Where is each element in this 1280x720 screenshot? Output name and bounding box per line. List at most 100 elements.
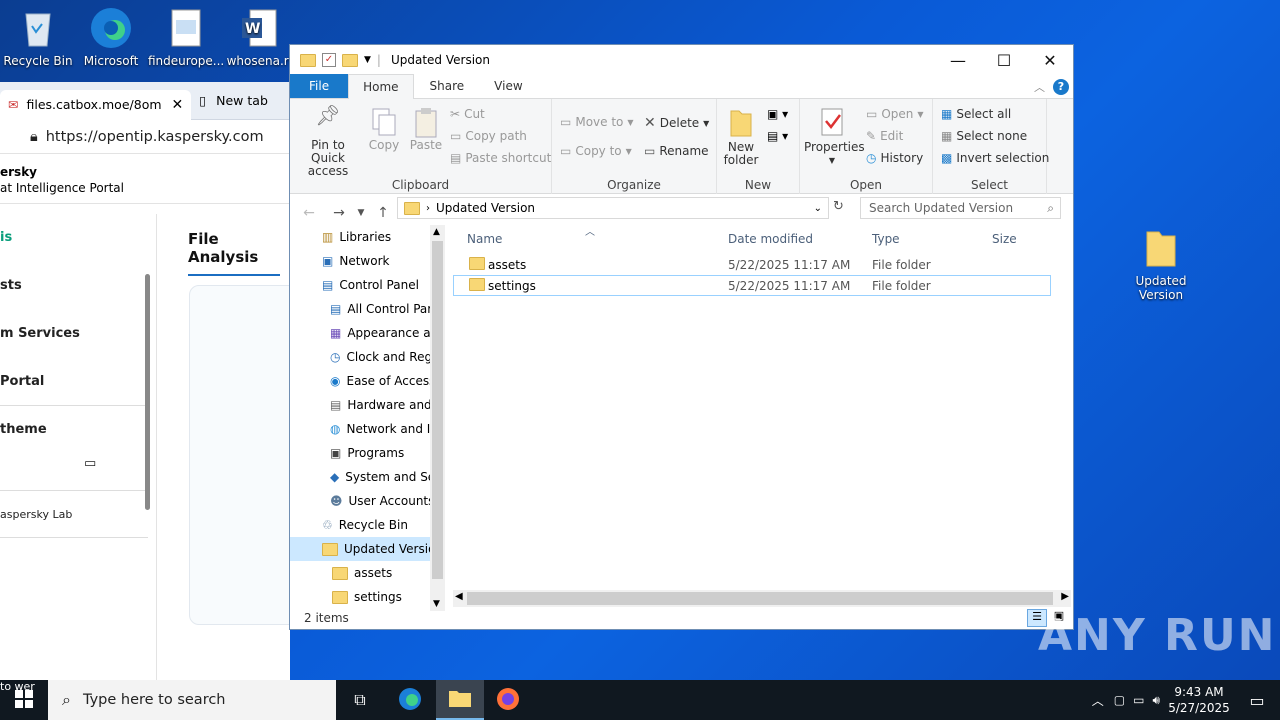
desktop-icon-whosena[interactable]: W whosena.rt xyxy=(222,6,298,68)
help-icon[interactable]: ? xyxy=(1053,79,1069,95)
easy-access-icon[interactable]: ▤ ▾ xyxy=(767,129,788,143)
select-none-button[interactable]: ▦ Select none xyxy=(941,129,1027,143)
nav-item-recycle-bin[interactable]: ♲ Recycle Bin xyxy=(290,513,445,537)
collapse-ribbon-icon[interactable]: ︿ xyxy=(1034,79,1045,95)
sidebar-item[interactable]: is xyxy=(0,214,148,262)
chat-icon[interactable]: ▭ xyxy=(0,454,148,490)
nav-item-libraries[interactable]: ▥ Libraries xyxy=(290,225,445,249)
back-arrow-icon[interactable]: ← xyxy=(298,205,320,221)
nav-item-control-panel[interactable]: ▤ Control Panel xyxy=(290,273,445,297)
scroll-thumb[interactable] xyxy=(467,592,1053,605)
desktop-icon-recycle-bin[interactable]: Recycle Bin xyxy=(0,6,76,68)
column-size[interactable]: Size xyxy=(992,232,1017,246)
properties-button[interactable]: Properties ▼ xyxy=(804,107,865,167)
scroll-right-icon[interactable]: ▶ xyxy=(1061,591,1069,602)
chevron-down-icon[interactable]: ▼ xyxy=(364,55,371,65)
column-name[interactable]: Name xyxy=(467,232,502,246)
tab-file[interactable]: File xyxy=(290,74,349,98)
nav-pane-scrollbar[interactable]: ▲ ▼ xyxy=(430,225,445,611)
history-button[interactable]: ◷ History xyxy=(866,151,923,165)
address-path-box[interactable]: › Updated Version ⌄ xyxy=(397,197,829,219)
sidebar-item[interactable]: m Services xyxy=(0,310,148,358)
nav-item-assets[interactable]: assets xyxy=(290,561,445,585)
desktop-icon-updated-version[interactable]: Updated Version xyxy=(1123,226,1199,302)
show-hidden-icons-icon[interactable]: ︿ xyxy=(1086,692,1110,709)
browser-tab-new[interactable]: ▯ New tab xyxy=(191,86,276,116)
scroll-up-icon[interactable]: ▲ xyxy=(433,227,440,237)
paste-shortcut-button[interactable]: ▤ Paste shortcut xyxy=(450,151,551,165)
properties-check-icon[interactable]: ✓ xyxy=(322,53,336,67)
scrollbar[interactable] xyxy=(145,274,150,510)
forward-arrow-icon[interactable]: → xyxy=(328,205,350,221)
title-bar[interactable]: ✓ ▼ | Updated Version — ☐ ✕ xyxy=(290,45,1073,75)
tab-home[interactable]: Home xyxy=(348,74,414,99)
recent-locations-icon[interactable]: ▼ xyxy=(350,208,372,218)
scroll-thumb[interactable] xyxy=(432,241,443,579)
scroll-left-icon[interactable]: ◀ xyxy=(455,591,463,602)
page-heading[interactable]: File Analysis xyxy=(188,230,280,276)
search-icon[interactable]: ⌕ xyxy=(1047,201,1054,216)
column-type[interactable]: Type xyxy=(872,232,900,246)
nav-item-settings[interactable]: settings xyxy=(290,585,445,609)
up-arrow-icon[interactable]: ↑ xyxy=(372,205,394,221)
edit-button[interactable]: ✎ Edit xyxy=(866,129,903,143)
refresh-icon[interactable]: ↻ xyxy=(833,199,844,214)
sidebar-item[interactable]: Portal xyxy=(0,358,148,406)
nav-item-all-control-panel[interactable]: ▤ All Control Par xyxy=(290,297,445,321)
delete-button[interactable]: ✕ Delete ▼ xyxy=(644,115,709,131)
nav-item-ease-of-access[interactable]: ◉ Ease of Access xyxy=(290,369,445,393)
file-row[interactable]: assets 5/22/2025 11:17 AM File folder xyxy=(457,254,1067,275)
nav-item-programs[interactable]: ▣ Programs xyxy=(290,441,445,465)
scroll-down-icon[interactable]: ▼ xyxy=(433,599,440,609)
new-folder-button[interactable]: New folder xyxy=(721,107,761,167)
taskbar-search[interactable]: ⌕ Type here to search xyxy=(48,680,336,720)
open-button[interactable]: ▭ Open ▼ xyxy=(866,107,924,121)
nav-item-network[interactable]: ▣ Network xyxy=(290,249,445,273)
rename-button[interactable]: ▭ Rename xyxy=(644,144,709,158)
select-all-button[interactable]: ▦ Select all xyxy=(941,107,1011,121)
copy-path-button[interactable]: ▭ Copy path xyxy=(450,129,527,143)
taskbar-edge[interactable] xyxy=(386,680,434,720)
nav-item-network-internet[interactable]: ◍ Network and Ir xyxy=(290,417,445,441)
nav-item-updated-version[interactable]: Updated Version xyxy=(290,537,445,561)
invert-selection-button[interactable]: ▩ Invert selection xyxy=(941,151,1049,165)
nav-item-hardware[interactable]: ▤ Hardware and xyxy=(290,393,445,417)
clock[interactable]: 9:43 AM 5/27/2025 xyxy=(1164,684,1234,716)
file-row[interactable]: settings 5/22/2025 11:17 AM File folder xyxy=(453,275,1051,296)
tab-view[interactable]: View xyxy=(480,74,536,98)
start-button[interactable] xyxy=(0,680,48,720)
copy-button[interactable]: Copy xyxy=(364,107,404,152)
task-view-button[interactable]: ⧉ xyxy=(336,680,384,720)
cut-button[interactable]: ✂ Cut xyxy=(450,107,485,121)
desktop-icon-edge[interactable]: Microsoft xyxy=(73,6,149,68)
new-folder-icon[interactable] xyxy=(342,53,358,67)
address-bar[interactable]: 🔒︎ https://opentip.kaspersky.com xyxy=(0,120,290,154)
network-icon[interactable]: ▭ xyxy=(1129,693,1148,707)
column-date[interactable]: Date modified xyxy=(728,232,813,246)
paste-button[interactable]: Paste xyxy=(406,107,446,152)
minimize-icon[interactable]: — xyxy=(935,45,981,75)
nav-item-system-security[interactable]: ◆ System and Sec xyxy=(290,465,445,489)
volume-icon[interactable]: 🔊︎ xyxy=(1148,693,1164,708)
device-icon[interactable]: ▢ xyxy=(1110,693,1129,707)
nav-item-appearance[interactable]: ▦ Appearance an xyxy=(290,321,445,345)
nav-item-user-accounts[interactable]: ☻ User Accounts xyxy=(290,489,445,513)
taskbar-firefox[interactable] xyxy=(484,680,532,720)
nav-item-clock[interactable]: ◷ Clock and Regi xyxy=(290,345,445,369)
desktop-icon-findeurope[interactable]: findeurope... xyxy=(148,6,224,68)
new-item-icon[interactable]: ▣ ▾ xyxy=(767,107,788,121)
browser-tab[interactable]: ✉ files.catbox.moe/8om ✕ xyxy=(0,89,192,120)
notifications-icon[interactable]: ▭ xyxy=(1234,691,1280,710)
sidebar-item[interactable]: theme xyxy=(0,406,148,454)
dropdown-icon[interactable]: ⌄ xyxy=(814,203,822,214)
close-tab-icon[interactable]: ✕ xyxy=(172,97,184,113)
close-icon[interactable]: ✕ xyxy=(1027,45,1073,75)
pin-quick-access-button[interactable]: 📌︎ Pin to Quick access xyxy=(296,105,360,178)
taskbar-file-explorer[interactable] xyxy=(436,680,484,720)
copy-to-button[interactable]: ▭ Copy to ▼ xyxy=(560,144,632,158)
sidebar-item[interactable]: sts xyxy=(0,262,148,310)
search-input[interactable]: Search Updated Version ⌕ xyxy=(860,197,1061,219)
tab-share[interactable]: Share xyxy=(414,74,481,98)
breadcrumb[interactable]: Updated Version xyxy=(436,201,535,215)
maximize-icon[interactable]: ☐ xyxy=(981,45,1027,75)
